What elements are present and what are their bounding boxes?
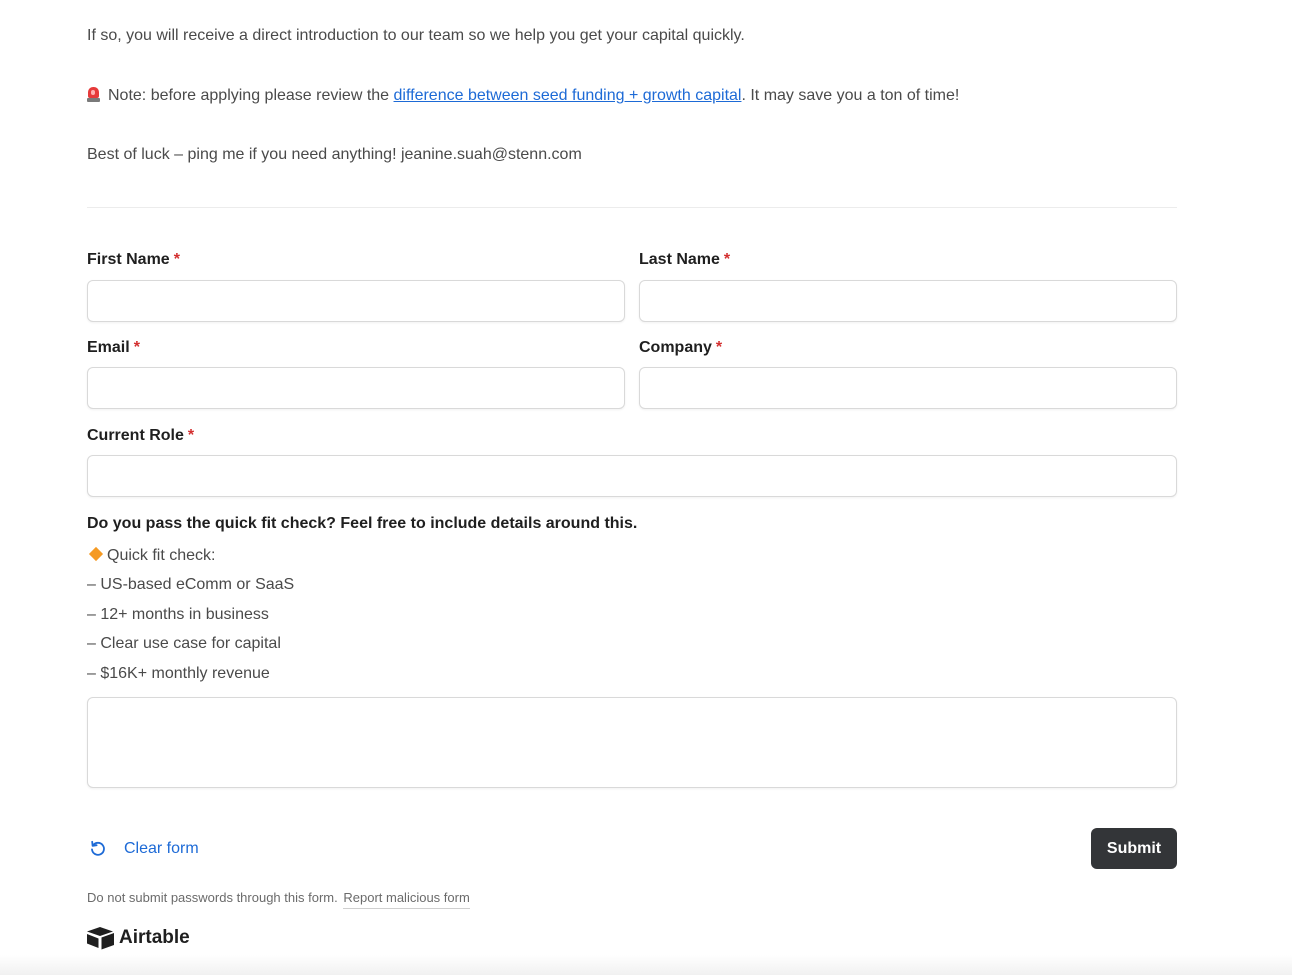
seed-vs-growth-link[interactable]: difference between seed funding + growth… [394, 87, 742, 104]
last-name-label-text: Last Name [639, 251, 720, 268]
last-name-label: Last Name * [639, 250, 730, 270]
submit-button[interactable]: Submit [1091, 828, 1177, 869]
fit-check-label: Do you pass the quick fit check? Feel fr… [87, 515, 638, 532]
first-name-label-text: First Name [87, 251, 170, 268]
required-marker: * [715, 339, 723, 356]
airtable-brand[interactable]: Airtable [87, 926, 190, 950]
siren-icon [87, 87, 100, 102]
clear-form-label: Clear form [124, 840, 199, 857]
company-label: Company * [639, 338, 722, 358]
note-prefix: Note: before applying please review the [108, 87, 394, 104]
report-malicious-link[interactable]: Report malicious form [343, 890, 470, 909]
clear-form-button[interactable]: Clear form [88, 835, 199, 863]
fit-check-heading-text: Quick fit check: [107, 547, 216, 564]
first-name-input[interactable] [87, 280, 625, 322]
company-label-text: Company [639, 339, 712, 356]
section-divider [87, 207, 1177, 208]
note-text: Note: before applying please review the … [87, 86, 959, 106]
password-warning-text: Do not submit passwords through this for… [87, 890, 338, 905]
fit-check-textarea[interactable] [87, 697, 1177, 788]
password-warning: Do not submit passwords through this for… [87, 890, 470, 909]
reset-icon [91, 840, 105, 856]
required-marker: * [173, 251, 180, 268]
email-input[interactable] [87, 367, 625, 409]
current-role-label: Current Role * [87, 426, 194, 446]
fit-check-item: – $16K+ monthly revenue [87, 665, 270, 682]
email-label-text: Email [87, 339, 130, 356]
fit-check-item: – 12+ months in business [87, 606, 269, 623]
required-marker: * [133, 339, 140, 356]
required-marker: * [723, 251, 731, 268]
email-label: Email * [87, 338, 140, 358]
orange-diamond-icon [88, 546, 104, 562]
required-marker: * [187, 427, 195, 444]
airtable-wordmark: Airtable [119, 927, 190, 948]
closing-text: Best of luck – ping me if you need anyth… [87, 146, 582, 163]
current-role-label-text: Current Role [87, 427, 184, 444]
last-name-input[interactable] [639, 280, 1177, 322]
fit-check-item: – US-based eComm or SaaS [87, 576, 295, 593]
airtable-logo-icon [87, 927, 114, 950]
bottom-shadow [0, 955, 1292, 975]
current-role-input[interactable] [87, 455, 1177, 497]
note-suffix: . It may save you a ton of time! [741, 87, 960, 104]
fit-check-heading: Quick fit check: [87, 546, 215, 566]
intro-text: If so, you will receive a direct introdu… [87, 27, 745, 44]
fit-check-item: – Clear use case for capital [87, 635, 281, 652]
company-input[interactable] [639, 367, 1177, 409]
first-name-label: First Name * [87, 250, 180, 270]
